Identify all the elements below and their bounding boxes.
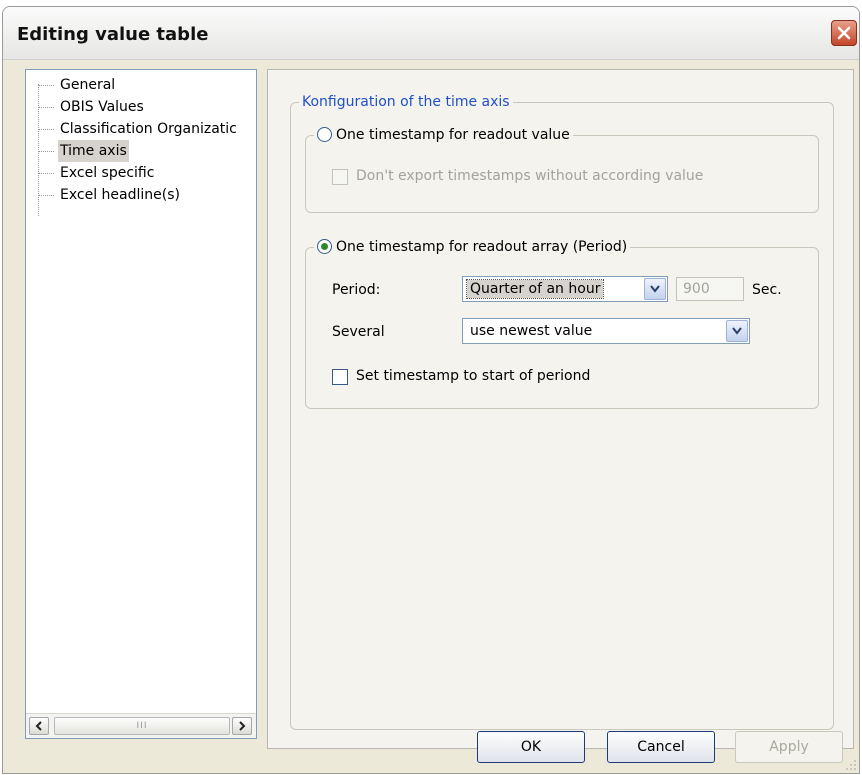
settings-panel: Konfiguration of the time axis One times… (267, 69, 854, 749)
arrow-left-icon (35, 721, 42, 731)
cancel-button[interactable]: Cancel (607, 731, 715, 763)
tree-item-label: Classification Organizatic (60, 121, 237, 137)
close-button[interactable] (831, 20, 857, 46)
readout-value-group: One timestamp for readout value Don't ex… (305, 126, 819, 213)
tree-item-label: Excel headline(s) (60, 187, 180, 203)
window-title: Editing value table (17, 24, 209, 45)
readout-array-group: One timestamp for readout array (Period)… (305, 238, 819, 409)
readout-value-radio[interactable] (317, 127, 332, 142)
tree-connector-line (38, 84, 39, 216)
arrow-right-icon (239, 721, 246, 731)
tree-item-label: Excel specific (60, 165, 155, 181)
scroll-left-button[interactable] (29, 717, 49, 735)
horizontal-scrollbar[interactable]: III (26, 713, 256, 738)
resize-grip-icon[interactable] (845, 759, 857, 771)
period-dropdown-button[interactable] (644, 278, 666, 300)
scroll-right-button[interactable] (232, 717, 252, 735)
title-bar[interactable]: Editing value table (3, 7, 859, 60)
navigation-tree[interactable]: General OBIS Values Classification Organ… (25, 69, 257, 739)
tree-item-label: Time axis (58, 140, 129, 162)
period-dropdown[interactable]: Quarter of an hour (462, 276, 668, 302)
several-value: use newest value (470, 323, 593, 339)
several-label: Several (332, 324, 385, 340)
tree-item-label: OBIS Values (60, 99, 144, 115)
readout-value-label: One timestamp for readout value (336, 127, 570, 143)
readout-array-label: One timestamp for readout array (Period) (336, 239, 628, 255)
apply-button[interactable]: Apply (735, 731, 843, 763)
ok-button[interactable]: OK (477, 731, 585, 763)
seconds-input[interactable]: 900 (676, 277, 744, 301)
several-dropdown-button[interactable] (726, 320, 748, 342)
readout-value-option[interactable]: One timestamp for readout value (314, 126, 573, 144)
chevron-down-icon (732, 327, 742, 335)
several-dropdown[interactable]: use newest value (462, 318, 750, 344)
period-label: Period: (332, 282, 381, 298)
tree-item-label: General (60, 77, 116, 93)
dont-export-checkbox[interactable] (332, 169, 348, 185)
dialog-window: Editing value table General OBIS Values … (2, 6, 860, 774)
set-start-label: Set timestamp to start of periond (356, 368, 591, 384)
time-axis-group: Konfiguration of the time axis One times… (290, 93, 834, 730)
dont-export-label: Don't export timestamps without accordin… (356, 168, 704, 184)
scroll-thumb[interactable]: III (54, 717, 230, 735)
set-start-checkbox[interactable] (332, 369, 348, 385)
seconds-unit-label: Sec. (752, 282, 782, 298)
chevron-down-icon (650, 285, 660, 293)
close-icon (837, 26, 851, 40)
readout-array-radio[interactable] (317, 239, 332, 254)
period-value: Quarter of an hour (465, 279, 605, 299)
readout-array-option[interactable]: One timestamp for readout array (Period) (314, 238, 631, 256)
time-axis-group-title: Konfiguration of the time axis (299, 93, 513, 111)
